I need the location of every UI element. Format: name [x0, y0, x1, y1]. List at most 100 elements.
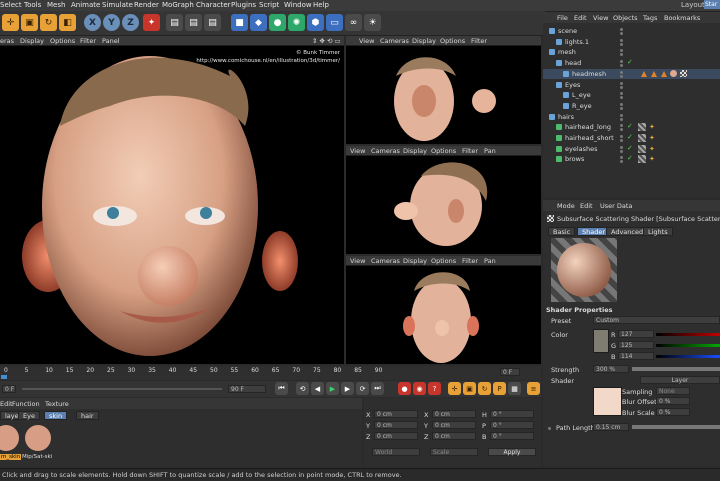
camera-icon[interactable]: ∞	[345, 14, 362, 31]
object-row[interactable]: hairhead_long ✓ ✦	[543, 122, 720, 132]
hair-tag-icon[interactable]: ✦	[649, 155, 655, 163]
visibility-render-dot[interactable]	[620, 149, 623, 153]
vp3-menu-filter[interactable]: Filter	[462, 257, 478, 265]
layout-dropdown[interactable]: Star	[704, 0, 720, 9]
menu-mesh[interactable]: Mesh	[47, 1, 65, 9]
vp1-menu-options[interactable]: Options	[440, 37, 465, 45]
coordinates-mode-dropdown[interactable]: World	[372, 448, 420, 456]
visibility-render-dot[interactable]	[620, 74, 623, 78]
vp2-menu-cameras[interactable]: Cameras	[371, 147, 400, 155]
array-icon[interactable]: ✺	[288, 14, 305, 31]
main-viewport[interactable]: © Bunk Timmer http://www.comichouse.nl/e…	[0, 46, 344, 364]
vp2-menu-filter[interactable]: Filter	[462, 147, 478, 155]
step-forward-icon[interactable]: ▶	[341, 382, 354, 395]
visibility-editor-dot[interactable]	[620, 60, 623, 64]
mm-menu-function[interactable]: Function	[12, 400, 40, 408]
vp2-menu-display[interactable]: Display	[403, 147, 427, 155]
menu-character[interactable]: Character	[196, 1, 231, 9]
path-length-slider[interactable]	[632, 425, 720, 429]
visibility-render-dot[interactable]	[620, 42, 623, 46]
menu-mograph[interactable]: MoGraph	[162, 1, 194, 9]
hair-material-tag-icon[interactable]	[638, 134, 646, 142]
key-rotation-icon[interactable]: ↻	[478, 382, 491, 395]
mat-tab-eye[interactable]: Eye	[18, 411, 40, 420]
b-slider[interactable]	[656, 355, 720, 358]
tab-advanced[interactable]: Advanced	[606, 227, 649, 236]
material-thumb-sss[interactable]: Mip/Sat-ski	[22, 422, 54, 462]
key-parameter-icon[interactable]: P	[493, 382, 506, 395]
material-thumb-skin[interactable]: m_skin	[0, 422, 22, 462]
vp1-menu-filter[interactable]: Filter	[471, 37, 487, 45]
strength-slider[interactable]	[632, 367, 720, 371]
key-position-icon[interactable]: ✛	[448, 382, 461, 395]
light-icon[interactable]: ☀	[364, 14, 381, 31]
start-frame-input[interactable]: 0 F	[2, 385, 16, 393]
uv-tag-icon[interactable]	[661, 71, 667, 77]
visibility-render-dot[interactable]	[620, 106, 623, 110]
axis-z-button[interactable]: Z	[122, 14, 139, 31]
r-input[interactable]: 127	[618, 330, 654, 338]
om-menu-view[interactable]: View	[593, 14, 608, 22]
play-icon[interactable]: ▶	[326, 382, 339, 395]
object-row[interactable]: Eyes	[543, 80, 720, 90]
g-slider[interactable]	[656, 344, 720, 347]
path-length-input[interactable]: 0.15 cm	[593, 423, 629, 431]
keyframe-selection-icon[interactable]: ?	[428, 382, 441, 395]
am-menu-mode[interactable]: Mode	[557, 202, 575, 210]
object-row[interactable]: mesh	[543, 47, 720, 57]
object-row[interactable]: head ✓	[543, 58, 720, 68]
object-row[interactable]: R_eye	[543, 101, 720, 111]
enabled-check-icon[interactable]: ✓	[627, 154, 633, 162]
vp1-menu-display[interactable]: Display	[412, 37, 436, 45]
visibility-render-dot[interactable]	[620, 117, 623, 121]
tab-lights[interactable]: Lights	[643, 227, 673, 236]
size-input[interactable]: 0 cm	[432, 432, 476, 440]
visibility-editor-dot[interactable]	[620, 81, 623, 85]
environment-icon[interactable]: ▭	[326, 14, 343, 31]
mm-menu-edit[interactable]: Edit	[0, 400, 13, 408]
timeline-menu-icon[interactable]: ≡	[527, 382, 540, 395]
key-pla-icon[interactable]: ▦	[508, 382, 521, 395]
vp-menu-options[interactable]: Options	[50, 37, 75, 45]
object-row[interactable]: hairhead_short ✓ ✦	[543, 133, 720, 143]
render-view-icon[interactable]: ▤	[166, 14, 183, 31]
visibility-render-dot[interactable]	[620, 139, 623, 142]
visibility-editor-dot[interactable]	[620, 124, 623, 128]
am-menu-user-data[interactable]: User Data	[600, 202, 632, 210]
om-menu-objects[interactable]: Objects	[613, 14, 638, 22]
object-row[interactable]: hairs	[543, 112, 720, 122]
viewport-nav-icons[interactable]: ⇕ ✥ ⟲ ▭	[312, 37, 341, 45]
viewport-perspective-back[interactable]	[346, 46, 541, 144]
enabled-check-icon[interactable]: ✓	[627, 133, 633, 141]
axis-y-button[interactable]: Y	[103, 14, 120, 31]
autokey-icon[interactable]: ◉	[413, 382, 426, 395]
texture-tag-icon[interactable]	[680, 70, 687, 77]
coordinate-system-icon[interactable]: ✦	[143, 14, 160, 31]
axis-x-button[interactable]: X	[84, 14, 101, 31]
position-input[interactable]: 0 cm	[374, 421, 418, 429]
sss-tag-icon[interactable]	[651, 71, 657, 77]
menu-tools[interactable]: Tools	[24, 1, 41, 9]
rotation-input[interactable]: 0 °	[490, 421, 534, 429]
vp1-menu-cameras[interactable]: Cameras	[380, 37, 409, 45]
hair-material-tag-icon[interactable]	[638, 123, 646, 132]
vp3-menu-cameras[interactable]: Cameras	[371, 257, 400, 265]
visibility-editor-dot[interactable]	[620, 28, 623, 31]
sampling-dropdown[interactable]: None	[656, 387, 690, 395]
visibility-editor-dot[interactable]	[620, 49, 623, 53]
end-frame-input[interactable]: 90 F	[228, 385, 266, 393]
viewport-front[interactable]	[346, 266, 541, 364]
go-to-start-icon[interactable]: ⏮	[275, 382, 288, 395]
om-menu-file[interactable]: File	[557, 14, 568, 22]
preset-dropdown[interactable]: Custom	[593, 316, 720, 324]
hair-material-tag-icon[interactable]	[638, 155, 646, 164]
size-input[interactable]: 0 cm	[432, 410, 476, 418]
rotation-input[interactable]: 0 °	[490, 432, 534, 440]
menu-select[interactable]: Select	[0, 1, 22, 9]
hair-tag-icon[interactable]: ✦	[649, 145, 655, 153]
position-input[interactable]: 0 cm	[374, 432, 418, 440]
menu-help[interactable]: Help	[313, 1, 329, 9]
visibility-render-dot[interactable]	[620, 32, 623, 35]
menu-render[interactable]: Render	[134, 1, 159, 9]
next-keyframe-icon[interactable]: ⟳	[356, 382, 369, 395]
